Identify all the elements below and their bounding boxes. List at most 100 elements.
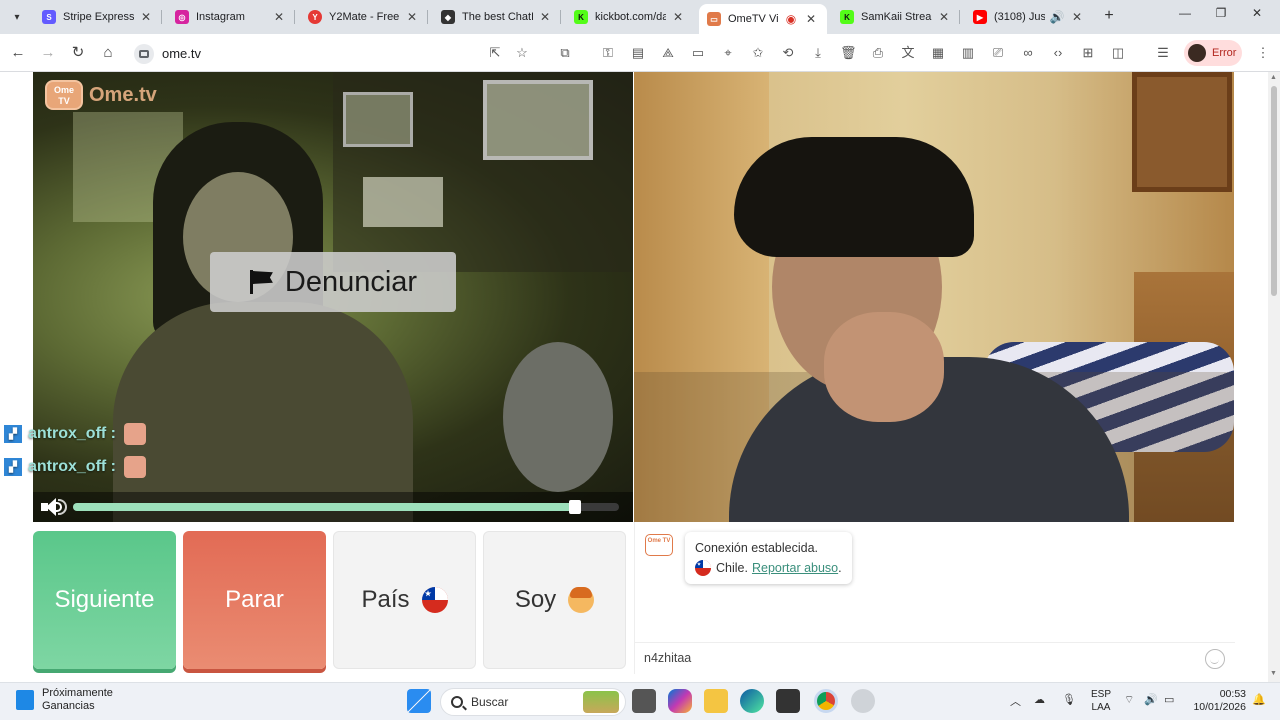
location-icon[interactable]: ⌖ [720, 45, 736, 61]
language-code: ESP [1090, 689, 1111, 700]
url-text[interactable]: ome.tv [162, 46, 201, 61]
key-icon[interactable]: ⚿ [600, 45, 616, 61]
report-button[interactable]: Denunciar [210, 252, 456, 312]
scroll-down-icon[interactable]: ▼ [1270, 670, 1277, 677]
instagram-icon: ◎ [175, 10, 189, 24]
link-icon[interactable]: ∞ [1020, 45, 1036, 61]
notification-bell-icon[interactable]: 🔔 [1252, 693, 1266, 706]
tab-instagram[interactable]: ◎ Instagram ✕ [167, 4, 295, 30]
reading-list-icon[interactable]: ☰ [1155, 45, 1171, 61]
close-icon[interactable]: ✕ [1069, 10, 1085, 24]
new-tab-button[interactable]: + [1100, 8, 1118, 26]
stranger-video: Ome TV Ome.tv Denunciar [33, 72, 633, 522]
tab-ometv[interactable]: ▭ OmeTV Vide ◉ ✕ [699, 4, 827, 34]
stop-button[interactable]: Parar [183, 531, 326, 669]
wifi-icon[interactable]: ⌔ [1124, 693, 1134, 707]
face-emoji-icon [124, 423, 146, 445]
widgets-button[interactable]: Próximamente Ganancias [16, 687, 113, 713]
close-icon[interactable]: ✕ [670, 10, 686, 24]
gender-select-button[interactable]: Soy [483, 531, 626, 669]
file-explorer-icon[interactable] [704, 689, 728, 713]
cone-icon[interactable]: ⟁ [660, 45, 676, 61]
minimize-button[interactable]: — [1170, 6, 1200, 26]
card-icon[interactable]: ▭ [690, 45, 706, 61]
reload-button[interactable]: ↻ [68, 43, 88, 63]
history-icon[interactable]: ⟲ [780, 45, 796, 61]
forward-button[interactable]: → [38, 43, 58, 63]
page-scrollbar[interactable]: ▲ ▼ [1268, 72, 1280, 682]
site-info-icon[interactable] [134, 43, 154, 64]
tab-search-chevron-icon[interactable]: ▾ [6, 7, 28, 27]
tab-youtube[interactable]: ▶ (3108) Justin 🔊 ✕ [965, 4, 1093, 30]
volume-slider-thumb[interactable] [569, 500, 582, 514]
trash-icon[interactable]: 🗑 [840, 45, 857, 61]
video-poster [363, 177, 443, 227]
system-clock[interactable]: 00:53 10/01/2026 [1190, 688, 1246, 714]
ometv-brand-text: Ome.tv [89, 83, 157, 106]
copilot-icon[interactable] [668, 689, 692, 713]
widget-subtitle: Ganancias [42, 700, 95, 712]
video-poster [343, 92, 413, 147]
chat-user-avatar: ▞ [4, 425, 22, 443]
task-view-icon[interactable] [632, 689, 656, 713]
battery-icon[interactable]: ▭ [1164, 693, 1174, 706]
tab-kickbot[interactable]: K kickbot.com/das ✕ [566, 4, 694, 30]
close-icon[interactable]: ✕ [803, 12, 819, 26]
audio-playing-icon[interactable]: 🔊 [1049, 10, 1065, 24]
maximize-button[interactable]: ❐ [1206, 6, 1236, 26]
close-window-button[interactable]: ✕ [1242, 6, 1272, 26]
windows-start-icon[interactable] [407, 689, 431, 713]
video-person-hand [824, 312, 944, 422]
speaker-icon[interactable]: 🔊 [1144, 693, 1158, 706]
back-button[interactable]: ← [8, 43, 28, 63]
close-icon[interactable]: ✕ [271, 10, 287, 24]
close-icon[interactable]: ✕ [404, 10, 420, 24]
volume-slider[interactable] [73, 500, 619, 514]
menu-kebab-icon[interactable]: ⋮ [1255, 45, 1271, 61]
edge-icon[interactable] [740, 689, 764, 713]
download-icon[interactable]: ⤓ [810, 45, 826, 61]
reading-mode-icon[interactable]: ▥ [960, 45, 976, 61]
qr-code-icon[interactable]: ▦ [930, 45, 946, 61]
close-icon[interactable]: ✕ [537, 10, 553, 24]
home-button[interactable]: ⌂ [98, 43, 118, 63]
language-indicator[interactable]: ESP LAA [1088, 688, 1114, 714]
taskbar-search[interactable]: Buscar [440, 688, 626, 716]
onedrive-icon[interactable]: ☁ [1034, 693, 1045, 706]
show-hidden-icons[interactable]: ︿ [1010, 693, 1021, 709]
microsoft-store-icon[interactable] [776, 689, 800, 713]
volume-slider-fill [73, 503, 576, 511]
tab-stripe-express[interactable]: S Stripe Express ✕ [34, 4, 162, 30]
address-bar[interactable]: ome.tv [132, 41, 542, 66]
scroll-up-icon[interactable]: ▲ [1270, 74, 1277, 81]
volume-icon[interactable] [41, 498, 67, 516]
report-abuse-link[interactable]: Reportar abuso [752, 558, 838, 578]
next-button[interactable]: Siguiente [33, 531, 176, 669]
install-app-icon[interactable]: ⇱ [487, 45, 503, 61]
emoji-picker-icon[interactable] [1205, 649, 1225, 669]
self-video [634, 72, 1234, 522]
code-icon[interactable]: ‹› [1050, 45, 1066, 61]
cast-icon[interactable]: ⎚ [990, 45, 1006, 61]
tab-y2mate[interactable]: Y Y2Mate - Free Yo ✕ [300, 4, 428, 30]
favorites-icon[interactable]: ✩ [750, 45, 766, 61]
tab-samkaii[interactable]: K SamKaii Stream ✕ [832, 4, 960, 30]
chrome-icon[interactable] [814, 689, 838, 713]
settings-app-icon[interactable] [851, 689, 875, 713]
translate-icon[interactable]: 文 [900, 45, 916, 61]
document-icon[interactable]: ▤ [630, 45, 646, 61]
profile-error-button[interactable]: Error [1184, 40, 1242, 66]
print-icon[interactable]: ⎙ [870, 45, 886, 61]
bookmark-star-icon[interactable]: ☆ [514, 45, 530, 61]
report-button-label: Denunciar [284, 265, 418, 298]
split-screen-icon[interactable]: ◫ [1110, 45, 1126, 61]
extensions-icon[interactable]: ⧉ [557, 45, 573, 61]
chat-message-input[interactable]: n4zhitaa [644, 651, 691, 665]
close-icon[interactable]: ✕ [936, 10, 952, 24]
layout-icon[interactable]: ⊞ [1080, 45, 1096, 61]
country-filter-button[interactable]: País [333, 531, 476, 669]
scrollbar-thumb[interactable] [1271, 86, 1277, 296]
microphone-icon[interactable]: 🎙 [1062, 693, 1076, 706]
close-icon[interactable]: ✕ [138, 10, 154, 24]
tab-chatbot[interactable]: ◆ The best ChatBo ✕ [433, 4, 561, 30]
